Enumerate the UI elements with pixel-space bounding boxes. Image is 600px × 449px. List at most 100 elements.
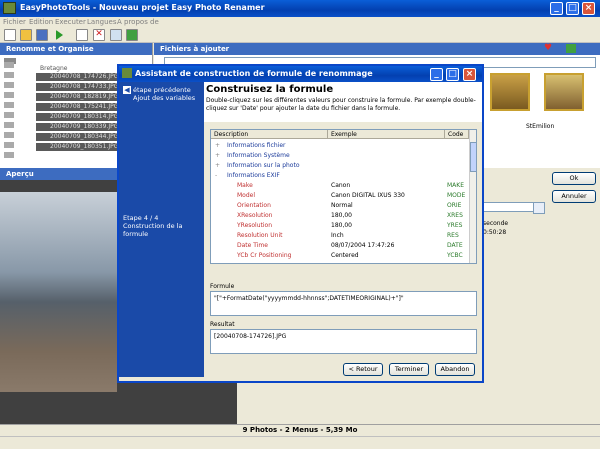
menu-langues[interactable]: Langues [87,18,116,26]
group-label: Information Système [227,152,290,159]
back-button[interactable]: < Retour [343,363,383,376]
app-title: EasyPhotoTools - Nouveau projet Easy Pho… [20,3,265,12]
toolbar: ✕ [0,28,600,43]
maximize-icon[interactable]: □ [566,2,579,15]
variable-example: Inch [331,232,344,239]
step-description: Construction de la formule [123,222,183,238]
group-row[interactable]: - Informations EXIF [211,171,469,181]
folder-label[interactable]: Bretagne [40,65,67,72]
tree-icon[interactable] [126,29,138,41]
expand-icon[interactable]: + [215,141,220,151]
document-icon[interactable] [76,29,88,41]
app-title-bar: EasyPhotoTools - Nouveau projet Easy Pho… [0,0,600,17]
menu-fichier[interactable]: Fichier [3,18,26,26]
delete-icon[interactable]: ✕ [93,29,105,41]
column-header[interactable]: Code [445,130,469,139]
list-item[interactable]: 20040708_182819.JPG [36,93,120,101]
dialog-close-icon[interactable]: × [463,68,476,81]
group-label: Informations EXIF [227,172,280,179]
group-row[interactable]: + Information sur la photo [211,161,469,171]
result-field: [20040708-174726].JPG [210,329,477,354]
variable-desc: Model [237,192,256,199]
left-pane-title: Renomme et Organise [0,43,152,55]
list-item[interactable]: 20040709_180314.JPG [36,113,120,121]
previous-step-link[interactable]: étape précédente [133,86,191,94]
variable-desc: Date Time [237,242,268,249]
group-row[interactable]: + Information Système [211,151,469,161]
thumbnail-label: StEmilion [526,123,555,130]
table-row[interactable]: Resolution Unit Inch RES [211,231,469,241]
variable-desc: XResolution [237,212,273,219]
abandon-button[interactable]: Abandon [435,363,475,376]
list-item[interactable]: 20040708_174726.JPG [36,73,120,81]
expand-icon[interactable]: + [215,161,220,171]
thumbnail[interactable] [544,73,584,111]
wizard-heading: Construisez la formule [206,84,334,95]
sort-icon[interactable] [110,29,122,41]
cancel-button[interactable]: Annuler [552,190,596,203]
variable-desc: Resolution Unit [237,232,283,239]
right-pane-title: Fichiers à ajouter [154,43,600,55]
variable-code: YCBC [447,252,463,259]
heart-icon[interactable]: ♥ [544,44,554,53]
minimize-icon[interactable]: _ [550,2,563,15]
variable-code: RES [447,232,459,239]
scrollbar-thumb[interactable] [470,142,476,172]
variable-code: MODE [447,192,466,199]
back-arrow-icon[interactable]: ◀ [123,86,131,94]
table-row[interactable]: YResolution 180,00 YRES [211,221,469,231]
variable-code: YRES [447,222,463,229]
column-header[interactable]: Exemple [328,130,445,139]
open-folder-icon[interactable] [20,29,32,41]
variable-example: 08/07/2004 17:47:26 [331,242,395,249]
dialog-minimize-icon[interactable]: _ [430,68,443,81]
variable-desc: YResolution [237,222,273,229]
table-row[interactable]: Orientation Normal ORIE [211,201,469,211]
list-item[interactable]: 20040708_175241.JPG [36,103,120,111]
dialog-maximize-icon[interactable]: □ [446,68,459,81]
result-label: Resultat [210,321,235,328]
menu-executer[interactable]: Executer [55,18,86,26]
collapse-icon[interactable]: - [215,171,217,181]
finish-button[interactable]: Terminer [389,363,429,376]
list-item[interactable]: 20040709_180351.JPG [36,143,120,151]
view-icon[interactable] [566,44,576,53]
table-row[interactable]: XResolution 180,00 XRES [211,211,469,221]
group-label: Information sur la photo [227,162,300,169]
column-header[interactable]: Description [211,130,328,139]
status-bar: 9 Photos - 2 Menus - 5,39 Mo [0,424,600,436]
variable-code: DATE [447,242,463,249]
variable-example: Canon [331,182,351,189]
group-row[interactable]: + Informations fichier [211,141,469,151]
menu-edition[interactable]: Edition [29,18,53,26]
expand-icon[interactable]: + [215,151,220,161]
formula-input[interactable]: "["+FormatDate("yyyymmdd-hhnnss";DATETIM… [210,291,477,316]
table-row[interactable]: Date Time 08/07/2004 17:47:26 DATE [211,241,469,251]
variable-example: 180,00 [331,212,352,219]
bottom-bar [0,436,600,449]
close-icon[interactable]: × [582,2,595,15]
dialog-icon [122,68,132,78]
ok-button[interactable]: Ok [552,172,596,185]
vertical-scrollbar[interactable] [469,130,476,263]
menu-a-propos[interactable]: A propos de [117,18,159,26]
play-icon[interactable] [56,30,65,40]
preview-image [0,192,117,392]
edit-icon[interactable] [533,202,545,214]
list-item[interactable]: 20040709_180344.JPG [36,133,120,141]
tree-lines [4,62,14,162]
group-label: Informations fichier [227,142,286,149]
list-item[interactable]: 20040708_174733.JPG [36,83,120,91]
new-file-icon[interactable] [4,29,16,41]
save-icon[interactable] [36,29,48,41]
list-item[interactable]: 20040709_180339.JPG [36,123,120,131]
thumbnail[interactable] [490,73,530,111]
table-row[interactable]: Model Canon DIGITAL IXUS 330 MODE [211,191,469,201]
variable-code: MAKE [447,182,465,189]
wizard-instructions: Double-cliquez sur les différentes valeu… [206,97,476,112]
table-row[interactable]: YCb Cr Positioning Centered YCBC [211,251,469,261]
menu-bar: Fichier Edition Executer Langues A propo… [0,17,600,28]
table-row[interactable]: Make Canon MAKE [211,181,469,191]
previous-step-name: Ajout des variables [133,94,196,102]
variable-example: Canon DIGITAL IXUS 330 [331,192,405,199]
